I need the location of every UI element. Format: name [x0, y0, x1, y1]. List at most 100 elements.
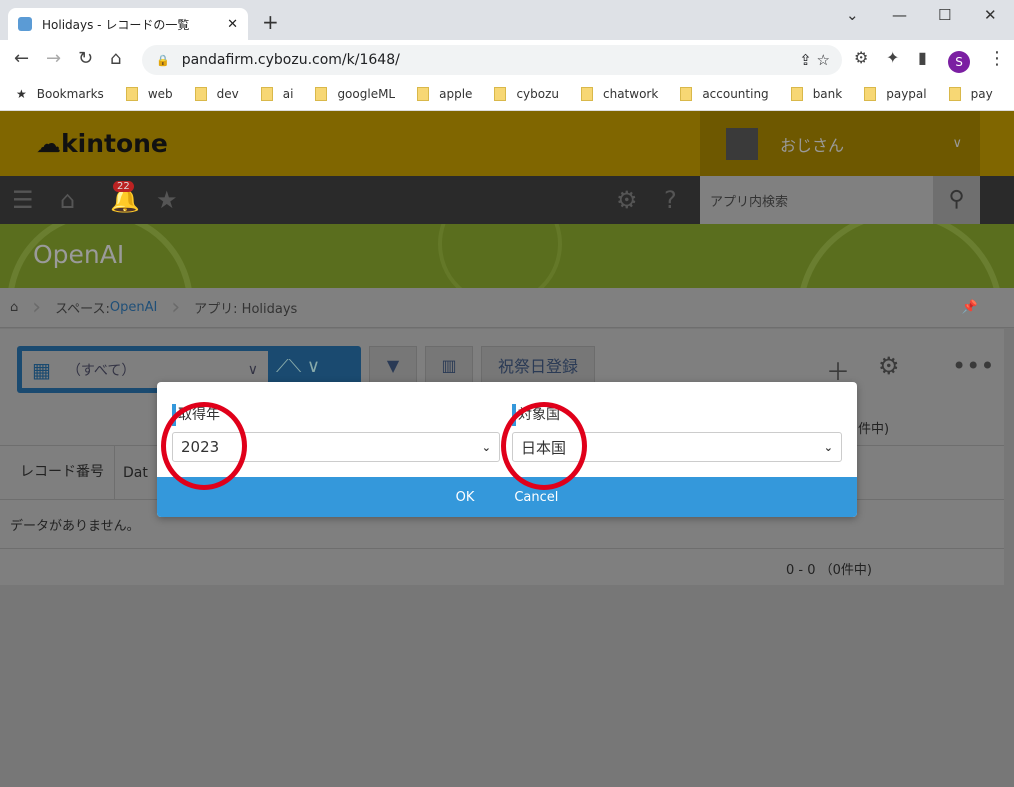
close-tab-icon[interactable]: ✕ — [227, 17, 238, 32]
user-menu[interactable]: おじさん ∨ — [700, 111, 980, 176]
folder-icon — [581, 87, 593, 101]
minimize-button[interactable]: — — [892, 6, 907, 24]
share-and-star-icons[interactable]: ⇪ ☆ — [799, 51, 830, 69]
chevron-down-icon: ∨ — [952, 136, 962, 151]
pin-icon[interactable]: 📌 — [962, 300, 978, 315]
folder-icon — [494, 87, 507, 101]
bookmark-label: chatwork — [603, 87, 659, 101]
url-text: pandafirm.cybozu.com/k/1648/ — [181, 52, 400, 68]
pager-top: 件中) — [858, 422, 890, 437]
hamburger-menu-icon[interactable]: ☰ — [12, 186, 34, 214]
new-tab-button[interactable]: + — [262, 10, 279, 34]
breadcrumb: ⌂ › スペース: OpenAI › アプリ: Holidays 📌 — [0, 288, 1014, 328]
bookmark-folder[interactable]: bank — [790, 87, 843, 101]
bookmark-folder[interactable]: dev — [194, 87, 239, 101]
bookmark-label: dev — [216, 87, 239, 101]
back-icon[interactable]: ← — [14, 48, 29, 69]
chevron-down-icon: ∨ — [247, 361, 258, 378]
close-window-button[interactable]: ✕ — [984, 6, 997, 24]
table-icon: ▦ — [32, 357, 51, 382]
folder-icon — [417, 87, 430, 101]
url-bar[interactable]: 🔒 pandafirm.cybozu.com/k/1648/ ⇪ ☆ — [142, 45, 842, 75]
bookmark-label: bank — [812, 87, 843, 101]
bookmark-folder[interactable]: paypal — [864, 87, 927, 101]
puzzle-icon[interactable]: ✦ — [886, 48, 899, 67]
graph-icon[interactable]: ⟋⟍ ∨ — [276, 356, 320, 377]
lock-icon: 🔒 — [156, 53, 170, 67]
empty-message: データがありません。 — [10, 519, 140, 534]
bookmark-label: Bookmarks — [36, 87, 104, 101]
bookmark-folder[interactable]: googleML — [315, 87, 395, 101]
home-icon[interactable]: ⌂ — [110, 48, 121, 69]
app-settings-gear-icon[interactable]: ⚙ — [878, 352, 900, 380]
bookmark-label: googleML — [337, 87, 396, 101]
cancel-button[interactable]: Cancel — [514, 490, 558, 505]
settings-gear-icon[interactable]: ⚙ — [616, 186, 638, 214]
portal-home-icon[interactable]: ⌂ — [60, 186, 75, 214]
folder-icon — [260, 87, 273, 101]
app-search-input[interactable]: アプリ内検索 — [700, 176, 933, 224]
filter-icon[interactable]: ▼ — [369, 346, 417, 384]
holiday-register-button[interactable]: 祝祭日登録 — [481, 346, 595, 384]
bookmarks-button[interactable]: ★ Bookmarks — [16, 87, 104, 101]
view-name: （すべて） — [66, 362, 136, 379]
maximize-button[interactable]: ☐ — [938, 6, 951, 24]
bookmark-label: accounting — [702, 87, 769, 101]
forward-icon[interactable]: → — [46, 48, 61, 69]
more-options-icon[interactable]: ••• — [952, 352, 994, 380]
reload-icon[interactable]: ↻ — [78, 48, 93, 69]
bookmark-folder[interactable]: apple — [417, 87, 472, 101]
bookmark-label: apple — [439, 87, 473, 101]
folder-icon — [948, 87, 961, 101]
sidepanel-icon[interactable]: ▮ — [918, 48, 927, 67]
column-header[interactable]: Dat — [115, 465, 148, 481]
bookmark-folder[interactable]: accounting — [680, 87, 769, 101]
bookmark-label: web — [147, 87, 173, 101]
chevron-down-icon: ⌄ — [823, 440, 833, 454]
bookmark-label: pay — [970, 87, 993, 101]
bookmark-folder[interactable]: web — [125, 87, 173, 101]
bookmark-folder[interactable]: chatwork — [581, 87, 658, 101]
search-icon[interactable]: ⚲ — [933, 176, 980, 224]
breadcrumb-separator: › — [171, 295, 181, 320]
home-icon[interactable]: ⌂ — [10, 300, 18, 315]
chart-icon[interactable]: ▥ — [425, 346, 473, 384]
favorites-star-icon[interactable]: ★ — [156, 186, 178, 214]
bookmark-label: ai — [282, 87, 294, 101]
dialog-footer: OK Cancel — [157, 477, 857, 517]
notification-badge: 22 — [113, 181, 134, 192]
bookmarks-bar: ★ Bookmarks web dev ai googleML apple cyb… — [0, 78, 1014, 111]
annotation-circle — [501, 402, 587, 490]
folder-icon — [315, 87, 328, 101]
breadcrumb-space-prefix: スペース: — [55, 302, 110, 317]
folder-icon — [194, 87, 207, 101]
bookmark-folder[interactable]: ai — [260, 87, 294, 101]
profile-avatar[interactable]: S — [948, 51, 970, 73]
kintone-logo[interactable]: ☁kintone — [36, 129, 168, 158]
menu-icon[interactable]: ⋮ — [988, 48, 1006, 69]
breadcrumb-space-link[interactable]: OpenAI — [110, 300, 157, 315]
browser-tab[interactable]: Holidays - レコードの一覧 ✕ — [8, 8, 248, 40]
folder-icon — [680, 87, 693, 101]
tab-search-icon[interactable]: ⌄ — [846, 6, 859, 24]
chevron-down-icon: ⌄ — [481, 440, 491, 454]
space-title: OpenAI — [33, 240, 125, 269]
logo-text: kintone — [61, 129, 168, 158]
folder-icon — [790, 87, 803, 101]
folder-icon — [864, 87, 877, 101]
help-icon[interactable]: ? — [664, 186, 677, 214]
extension-icon[interactable]: ⚙ — [854, 48, 868, 67]
cloud-logo-icon: ☁ — [36, 129, 61, 158]
column-header[interactable]: レコード番号 — [0, 445, 115, 500]
bookmark-folder[interactable]: pay — [948, 87, 993, 101]
ok-button[interactable]: OK — [456, 490, 475, 505]
user-avatar-icon — [726, 127, 758, 160]
tab-title: Holidays - レコードの一覧 — [42, 17, 190, 32]
bookmark-label: cybozu — [516, 87, 559, 101]
app-favicon-icon — [18, 17, 32, 31]
breadcrumb-separator: › — [32, 295, 42, 320]
breadcrumb-app: アプリ: Holidays — [194, 302, 298, 317]
bookmark-folder[interactable]: cybozu — [494, 87, 559, 101]
banner-decoration — [8, 224, 1000, 288]
user-name: おじさん — [780, 135, 845, 155]
